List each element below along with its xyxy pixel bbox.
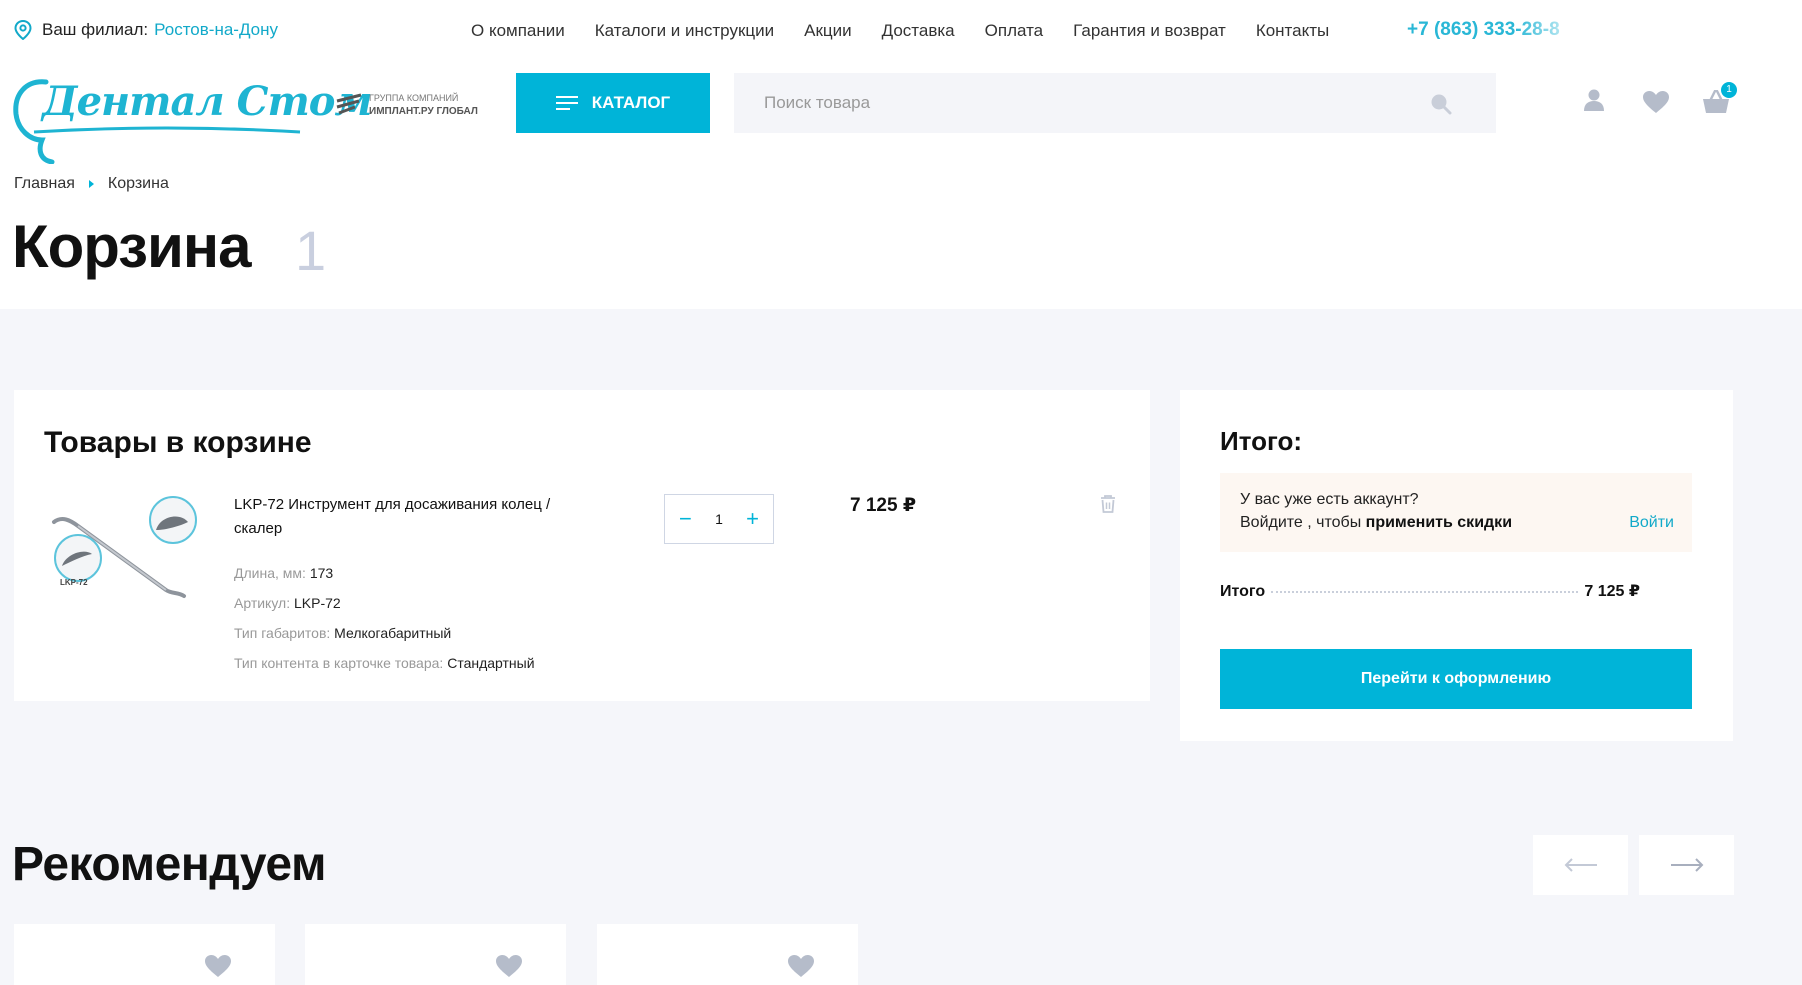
group-line1: ГРУППА КОМПАНИЙ bbox=[369, 93, 459, 103]
nav-warranty[interactable]: Гарантия и возврат bbox=[1073, 21, 1226, 41]
recommend-card[interactable] bbox=[14, 924, 275, 985]
menu-icon bbox=[555, 96, 578, 110]
product-image[interactable]: LKP-72 bbox=[48, 492, 198, 602]
search-input[interactable] bbox=[734, 73, 1414, 133]
prop-article: Артикул: LKP-72 bbox=[234, 588, 535, 618]
branch-label: Ваш филиал: bbox=[42, 20, 149, 39]
checkout-button[interactable]: Перейти к оформлению bbox=[1220, 649, 1692, 709]
recommend-heading: Рекомендуем bbox=[12, 838, 326, 891]
login-link[interactable]: Войти bbox=[1629, 514, 1674, 532]
favorite-heart-icon[interactable] bbox=[204, 954, 232, 978]
page-title: Корзина bbox=[12, 213, 251, 280]
nav-payment[interactable]: Оплата bbox=[985, 21, 1043, 41]
total-dots bbox=[1271, 591, 1579, 593]
breadcrumb-current: Корзина bbox=[107, 175, 169, 192]
carousel-next-button[interactable] bbox=[1639, 835, 1734, 895]
total-row: Итого 7 125 ₽ bbox=[1220, 581, 1640, 601]
location-pin-icon bbox=[14, 20, 32, 40]
quantity-value[interactable]: 1 bbox=[715, 511, 723, 527]
plus-icon[interactable]: + bbox=[746, 508, 759, 530]
arrow-left-icon bbox=[1564, 858, 1597, 872]
site-logo[interactable]: Дентал Стом bbox=[12, 74, 372, 164]
account-hint-prefix: Войдите , чтобы bbox=[1240, 514, 1366, 531]
logo-text: Дентал Стом bbox=[42, 78, 372, 125]
prop-label: Тип контента в карточке товара: bbox=[234, 655, 444, 671]
phone-number[interactable]: +7 (863) 333-28-8 bbox=[1407, 19, 1587, 41]
branch-selector[interactable]: Ваш филиал: Ростов-на-Дону bbox=[14, 20, 278, 40]
total-value: 7 125 ₽ bbox=[1584, 583, 1640, 600]
product-properties: Длина, мм: 173 Артикул: LKP-72 Тип габар… bbox=[234, 558, 535, 678]
nav-delivery[interactable]: Доставка bbox=[882, 21, 955, 41]
nav-about[interactable]: О компании bbox=[471, 21, 565, 41]
account-hint-bold: применить скидки bbox=[1365, 514, 1513, 531]
account-prompt: У вас уже есть аккаунт? Войдите , чтобы … bbox=[1220, 473, 1692, 552]
breadcrumb: Главная Корзина bbox=[14, 175, 169, 193]
prop-value: LKP-72 bbox=[293, 595, 341, 611]
logo-underline-icon bbox=[33, 126, 301, 134]
nav-catalogs[interactable]: Каталоги и инструкции bbox=[595, 21, 774, 41]
recommend-card[interactable] bbox=[305, 924, 566, 985]
product-name-link[interactable]: LKP-72 Инструмент для досаживания колец … bbox=[234, 493, 594, 541]
branch-city-link[interactable]: Ростов-на-Дону bbox=[154, 20, 278, 40]
page-title-count: 1 bbox=[295, 219, 327, 282]
group-logo: ГРУППА КОМПАНИЙ ИМПЛАНТ.РУ ГЛОБАЛ bbox=[335, 92, 478, 118]
search-icon[interactable] bbox=[1430, 93, 1452, 115]
total-label: Итого bbox=[1220, 583, 1266, 600]
prop-content-type: Тип контента в карточке товара: Стандарт… bbox=[234, 648, 535, 678]
favorite-heart-icon[interactable] bbox=[787, 954, 815, 978]
top-nav: О компании Каталоги и инструкции Акции Д… bbox=[471, 21, 1329, 41]
summary-heading: Итого: bbox=[1220, 426, 1302, 456]
product-image-label: LKP-72 bbox=[60, 578, 88, 587]
recommend-card[interactable] bbox=[597, 924, 858, 985]
cart-heading: Товары в корзине bbox=[44, 426, 312, 459]
prop-size-type: Тип габаритов: Мелкогабаритный bbox=[234, 618, 535, 648]
prop-label: Артикул: bbox=[234, 595, 291, 611]
nav-promotions[interactable]: Акции bbox=[804, 21, 852, 41]
product-price: 7 125 ₽ bbox=[850, 495, 917, 516]
order-summary-panel: Итого: У вас уже есть аккаунт? Войдите ,… bbox=[1180, 390, 1733, 741]
group-line2: ИМПЛАНТ.РУ ГЛОБАЛ bbox=[369, 106, 478, 117]
trash-icon[interactable] bbox=[1099, 494, 1117, 514]
favorites-heart-icon[interactable] bbox=[1642, 90, 1670, 114]
prop-value: Мелкогабаритный bbox=[334, 625, 452, 641]
breadcrumb-separator-icon bbox=[88, 180, 94, 188]
arrow-right-icon bbox=[1670, 858, 1703, 872]
prop-label: Длина, мм: bbox=[234, 565, 306, 581]
user-icon[interactable] bbox=[1582, 88, 1606, 112]
account-question: У вас уже есть аккаунт? bbox=[1240, 491, 1419, 508]
prop-value: 173 bbox=[309, 565, 334, 581]
breadcrumb-home[interactable]: Главная bbox=[14, 175, 75, 193]
group-logo-icon bbox=[336, 93, 362, 115]
catalog-button[interactable]: КАТАЛОГ bbox=[516, 73, 710, 133]
catalog-label: КАТАЛОГ bbox=[591, 93, 671, 112]
account-hint: Войдите , чтобы применить скидки bbox=[1240, 514, 1512, 532]
prop-value: Стандартный bbox=[447, 655, 535, 671]
nav-contacts[interactable]: Контакты bbox=[1256, 21, 1329, 41]
quantity-stepper: − 1 + bbox=[664, 494, 774, 544]
minus-icon[interactable]: − bbox=[679, 508, 692, 530]
carousel-prev-button[interactable] bbox=[1533, 835, 1628, 895]
favorite-heart-icon[interactable] bbox=[495, 954, 523, 978]
cart-count-badge: 1 bbox=[1721, 82, 1737, 98]
prop-length: Длина, мм: 173 bbox=[234, 558, 535, 588]
cart-items-panel: Товары в корзине LKP-72 LKP-72 Инструмен… bbox=[14, 390, 1150, 701]
top-bar: Ваш филиал: Ростов-на-Дону О компании Ка… bbox=[0, 0, 1802, 60]
search-bar bbox=[734, 73, 1496, 133]
prop-label: Тип габаритов: bbox=[234, 625, 331, 641]
